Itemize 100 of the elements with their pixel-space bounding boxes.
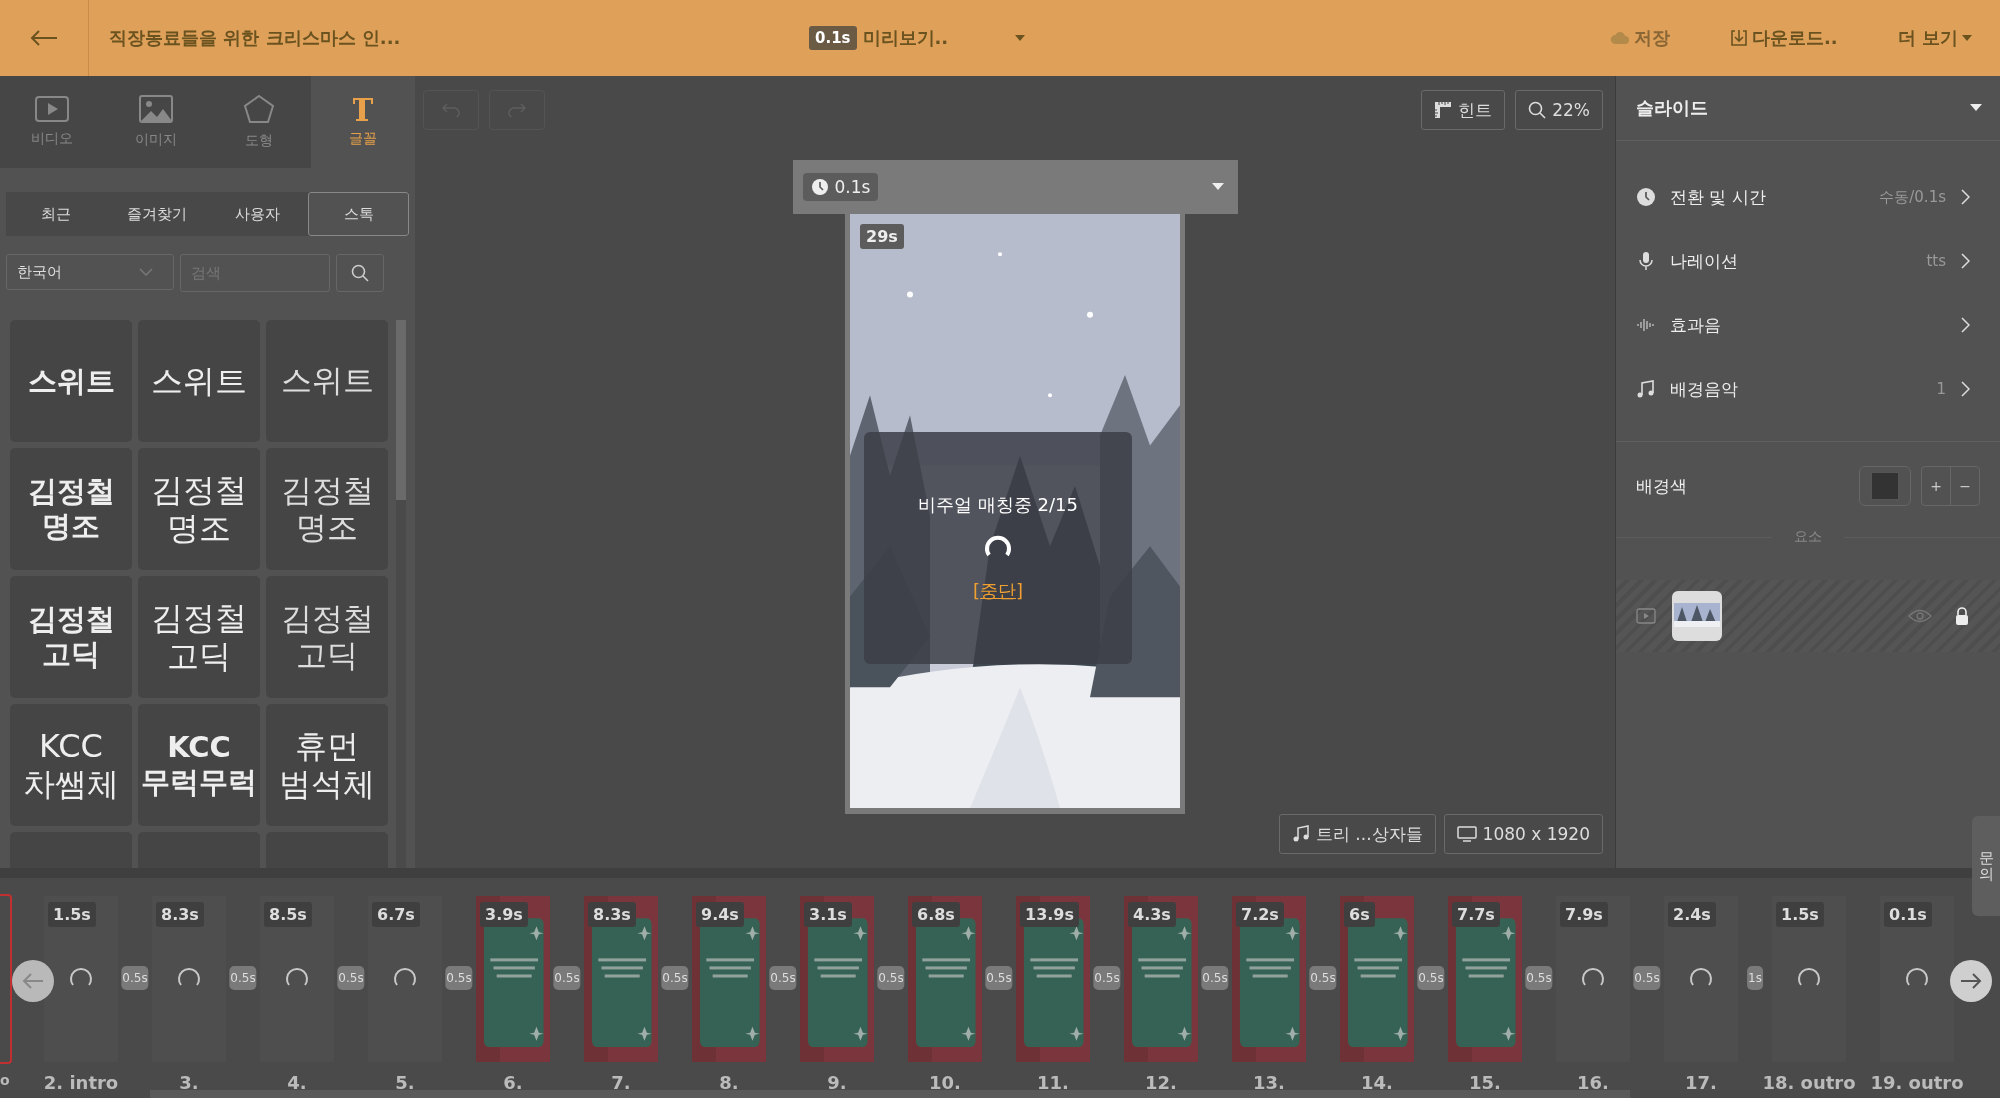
slide-label: 3.	[179, 1072, 199, 1093]
color-swatch[interactable]	[1859, 466, 1911, 506]
slide[interactable]: 6.7s	[366, 894, 444, 1064]
arrow-right-icon	[1960, 972, 1982, 990]
slide-time-bar[interactable]: 0.1s	[792, 160, 1238, 214]
category-tab[interactable]: 최근	[6, 192, 107, 236]
slide[interactable]: 7.2s	[1230, 894, 1308, 1064]
slide-label: 5.	[395, 1072, 415, 1093]
slide-label: 2. intro	[43, 1072, 119, 1093]
slide[interactable]: 1.5s	[42, 894, 120, 1064]
slide[interactable]: 0.1s	[1878, 894, 1956, 1064]
search-button[interactable]	[336, 254, 384, 292]
background-color-label: 배경색	[1636, 474, 1688, 498]
font-option[interactable]: KCC 무럭무럭	[138, 704, 260, 826]
slide-label: 9.	[827, 1072, 847, 1093]
font-option[interactable]: 김정철 고딕	[10, 576, 132, 698]
font-option[interactable]: 스위트	[10, 320, 132, 442]
duration-badge: 7.2s	[1236, 902, 1284, 927]
arrow-left-icon	[22, 972, 44, 990]
resolution-button[interactable]: 1080 x 1920	[1443, 814, 1603, 854]
slide[interactable]: 8.3s	[150, 894, 228, 1064]
settings-row[interactable]: 전환 및 시간 수동/0.1s	[1616, 165, 2000, 229]
duration-badge: 6.8s	[912, 902, 960, 927]
duration-badge: 7.9s	[1560, 902, 1608, 927]
caret-icon	[1014, 34, 1027, 42]
font-option[interactable]: 김정철 명조	[10, 448, 132, 570]
eye-icon[interactable]	[1908, 609, 1932, 623]
slide[interactable]: 6s	[1338, 894, 1416, 1064]
font-option[interactable]: KCC 차쌤체	[10, 704, 132, 826]
music-icon	[1291, 825, 1310, 843]
ruler-icon	[1434, 101, 1453, 119]
slide[interactable]: 9.4s	[690, 894, 768, 1064]
slide-label: 6.	[503, 1072, 523, 1093]
language-dropdown[interactable]: 한국어	[6, 254, 174, 290]
slide-label: 10.	[929, 1072, 961, 1093]
font-option[interactable]: 스위트	[266, 320, 388, 442]
slide[interactable]: 7.7s	[1446, 894, 1524, 1064]
plus-button[interactable]: +	[1922, 467, 1950, 505]
font-option[interactable]: 스위트	[138, 320, 260, 442]
scroll-left-button[interactable]	[12, 960, 54, 1002]
font-option[interactable]: 김정철 명조	[266, 448, 388, 570]
duration-badge: 2.4s	[1668, 902, 1716, 927]
slide[interactable]: 6.8s	[906, 894, 984, 1064]
clock-icon	[810, 178, 829, 196]
music-button[interactable]: 트리 ...상자들	[1278, 814, 1436, 854]
chevron-down-icon	[139, 268, 153, 276]
cancel-link[interactable]: [중단]	[972, 579, 1023, 603]
caret-icon	[1211, 183, 1224, 191]
slide-label: 8.	[719, 1072, 739, 1093]
music-icon	[1636, 379, 1656, 399]
settings-row[interactable]: 배경음악 1	[1616, 357, 2000, 421]
slide[interactable]: 4.3s	[1122, 894, 1200, 1064]
video-icon	[1636, 608, 1656, 624]
caret-icon	[1962, 35, 1972, 41]
lock-icon[interactable]	[1954, 606, 1970, 626]
duration-badge: 1.5s	[1776, 902, 1824, 927]
font-option[interactable]: 김정철 고딕	[138, 576, 260, 698]
cloud-icon	[1610, 30, 1631, 46]
caret-icon	[1970, 104, 1982, 112]
element-row[interactable]	[1616, 580, 2000, 652]
clock-icon	[1636, 187, 1656, 207]
duration-badge: 6.7s	[372, 902, 420, 927]
minus-button[interactable]: −	[1950, 467, 1979, 505]
hint-button[interactable]: 힌트	[1421, 90, 1506, 130]
font-option[interactable]: 김정철 명조	[138, 448, 260, 570]
inquiry-tab[interactable]: 문의	[1972, 816, 2000, 916]
zoom-button[interactable]: 22%	[1515, 90, 1603, 130]
pentagon-icon	[243, 94, 276, 124]
slide-label: 18. outro	[1762, 1072, 1856, 1093]
category-tab[interactable]: 사용자	[207, 192, 309, 236]
slide[interactable]: 7.9s	[1554, 894, 1632, 1064]
slide-panel-header[interactable]: 슬라이드	[1616, 76, 2000, 141]
font-option[interactable]: 김정철 고딕	[266, 576, 388, 698]
slide[interactable]: 3.9s	[474, 894, 552, 1064]
chevron-right-icon	[1960, 253, 1970, 269]
slide-label: 4.	[287, 1072, 307, 1093]
scroll-right-button[interactable]	[1950, 960, 1992, 1002]
search-icon	[351, 264, 369, 282]
scrollbar-thumb[interactable]	[396, 320, 406, 500]
category-tab[interactable]: 즐겨찾기	[106, 192, 208, 236]
category-tab[interactable]: 스톡	[308, 192, 409, 236]
chevron-right-icon	[1960, 317, 1970, 333]
slide[interactable]: 8.3s	[582, 894, 660, 1064]
slide[interactable]: 13.9s	[1014, 894, 1092, 1064]
duration-badge: 8.3s	[588, 902, 636, 927]
video-icon	[34, 96, 69, 122]
settings-row[interactable]: 효과음	[1616, 293, 2000, 357]
slide[interactable]: 2.4s	[1662, 894, 1740, 1064]
progress-text: 비주얼 매칭중 2/15	[918, 493, 1078, 517]
preview-dropdown[interactable]: 0.1s 미리보기..	[809, 26, 1027, 50]
font-option[interactable]: 휴먼 범석체	[266, 704, 388, 826]
tool-tab[interactable]: 글꼴	[311, 76, 415, 168]
slide[interactable]: 1.5s	[1770, 894, 1848, 1064]
download-icon	[1730, 29, 1749, 47]
slide-label: 12.	[1145, 1072, 1177, 1093]
slide[interactable]: 8.5s	[258, 894, 336, 1064]
settings-row[interactable]: 나레이션 tts	[1616, 229, 2000, 293]
slide[interactable]: 3.1s	[798, 894, 876, 1064]
monitor-icon	[1456, 826, 1477, 842]
duration-badge: 3.9s	[480, 902, 528, 927]
